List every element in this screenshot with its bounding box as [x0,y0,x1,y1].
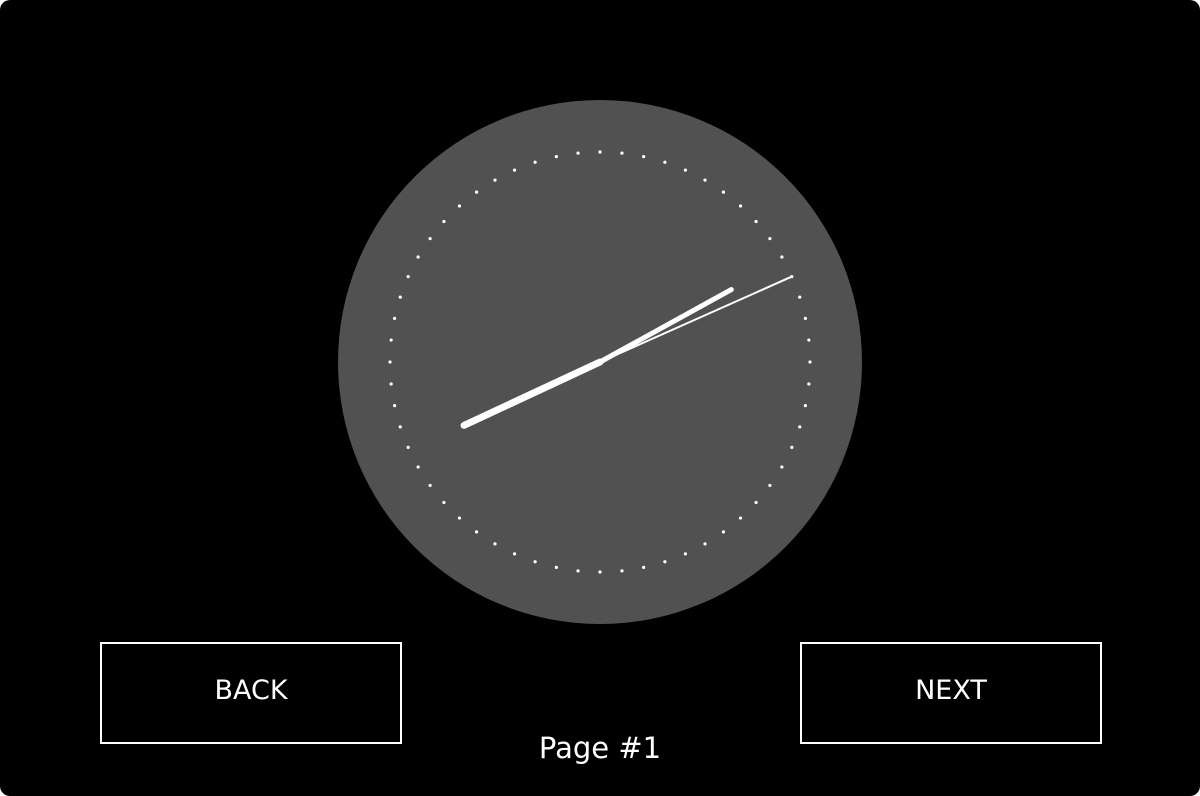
tick-mark [457,516,462,520]
tick-mark [392,316,397,320]
tick-mark [703,542,707,546]
tick-mark [576,151,580,155]
tick-mark [533,160,537,164]
tick-mark [738,516,743,520]
tick-mark [663,160,667,164]
tick-mark [392,404,397,408]
tick-mark [798,295,802,299]
tick-mark [406,274,410,279]
tick-mark [554,565,558,570]
tick-mark [754,219,758,224]
tick-mark [803,316,808,320]
tick-mark [807,382,811,386]
tick-mark [780,255,784,259]
next-button-label: NEXT [915,674,987,706]
tick-mark [512,552,517,556]
tick-mark [554,154,558,159]
tick-mark [754,500,758,505]
tick-mark [768,236,772,241]
tick-mark [428,236,432,241]
tick-mark [533,560,537,564]
tick-mark [642,565,646,570]
tick-mark [620,569,624,573]
tick-mark [683,552,688,556]
app-window: BACK NEXT Page #1 [0,0,1200,796]
tick-mark [803,404,808,408]
tick-mark [703,178,707,182]
tick-mark [576,569,580,573]
tick-mark [493,542,497,546]
tick-mark [683,168,688,172]
tick-mark [442,219,446,224]
tick-mark [620,151,624,155]
tick-mark [398,295,402,299]
tick-mark [474,190,479,194]
back-button-label: BACK [214,674,288,706]
tick-mark [642,154,646,159]
tick-mark [474,530,479,534]
tick-mark [406,445,410,450]
tick-mark [721,530,726,534]
tick-mark [721,190,726,194]
tick-mark [457,204,462,208]
tick-mark [598,570,602,574]
tick-mark [493,178,497,182]
tick-mark [428,483,432,488]
page-indicator: Page #1 [538,731,662,765]
tick-mark [798,425,802,429]
tick-mark [388,360,392,364]
tick-mark [780,465,784,469]
tick-mark [808,360,812,364]
tick-mark [768,483,772,488]
tick-mark [416,255,420,259]
tick-mark [807,338,811,342]
tick-mark [738,204,743,208]
tick-mark [389,338,393,342]
tick-mark [512,168,517,172]
tick-mark [416,465,420,469]
tick-mark [398,425,402,429]
tick-mark [663,560,667,564]
tick-mark [790,445,794,450]
tick-mark [598,150,602,154]
tick-mark [389,382,393,386]
tick-mark [442,500,446,505]
